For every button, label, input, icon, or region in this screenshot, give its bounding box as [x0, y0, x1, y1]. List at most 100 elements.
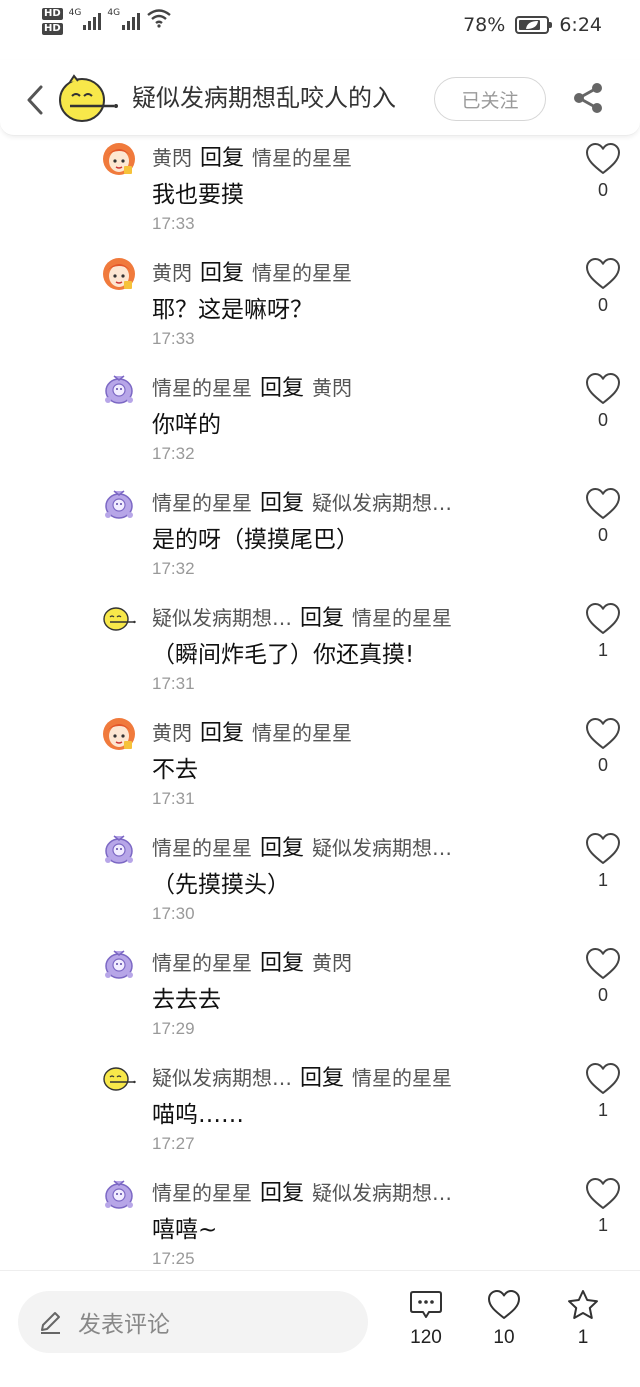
reply-label: 回复: [300, 606, 345, 631]
comment-author[interactable]: 情星的星星: [152, 376, 252, 400]
comment-item[interactable]: 黄閃 回复 情星的星星 耶？这是嘛呀？ 17:33 0: [0, 255, 640, 370]
comment-item[interactable]: 黄閃 回复 情星的星星 不去 17:31 0: [0, 715, 640, 830]
signal-2: 4G: [107, 8, 141, 30]
wifi-icon: [147, 9, 171, 28]
comment-header: 情星的星星 回复 疑似发病期想…: [152, 489, 452, 518]
bottom-action-bar: 发表评论 120 10 1: [0, 1270, 640, 1387]
comment-item[interactable]: 黄閃 回复 情星的星星 我也要摸 17:33 0: [0, 140, 640, 255]
comment-item[interactable]: 情星的星星 回复 黄閃 你咩的 17:32 0: [0, 370, 640, 485]
comment-header: 情星的星星 回复 疑似发病期想…: [152, 1179, 452, 1208]
comment-author[interactable]: 疑似发病期想…: [152, 1066, 292, 1090]
comment-author[interactable]: 情星的星星: [152, 836, 252, 860]
comment-time: 17:27: [152, 1134, 195, 1153]
hd-badge-2: HD: [42, 23, 63, 35]
reply-target[interactable]: 情星的星星: [352, 606, 452, 630]
heart-icon[interactable]: [585, 832, 621, 866]
like-button[interactable]: 10: [474, 1289, 534, 1359]
heart-icon[interactable]: [585, 372, 621, 406]
reply-target[interactable]: 黄閃: [312, 376, 352, 400]
comments-button[interactable]: 120: [396, 1289, 456, 1359]
comment-input-placeholder: 发表评论: [78, 1312, 170, 1338]
comment-header: 情星的星星 回复 黄閃: [152, 949, 352, 978]
like-count: 10: [493, 1327, 515, 1348]
user-avatar[interactable]: [102, 717, 136, 751]
reply-label: 回复: [200, 261, 245, 286]
reply-target[interactable]: 情星的星星: [252, 721, 352, 745]
comment-author[interactable]: 情星的星星: [152, 491, 252, 515]
reply-target[interactable]: 情星的星星: [252, 261, 352, 285]
group-avatar[interactable]: [56, 72, 120, 124]
battery-icon: [515, 16, 553, 34]
comment-like-count: 0: [597, 180, 608, 200]
hd-badge-1: HD: [42, 8, 63, 20]
comment-author[interactable]: 黄閃: [152, 721, 192, 745]
heart-icon[interactable]: [585, 487, 621, 521]
comment-author[interactable]: 黄閃: [152, 146, 192, 170]
comment-header: 黄閃 回复 情星的星星: [152, 719, 352, 748]
user-avatar[interactable]: [102, 1062, 136, 1096]
reply-target[interactable]: 疑似发病期想…: [312, 836, 452, 860]
heart-icon[interactable]: [585, 717, 621, 751]
clock: 6:24: [559, 14, 602, 36]
comment-item[interactable]: 情星的星星 回复 疑似发病期想… 是的呀（摸摸尾巴） 17:32 0: [0, 485, 640, 600]
comment-time: 17:31: [152, 789, 195, 808]
comment-item[interactable]: 疑似发病期想… 回复 情星的星星 喵呜…… 17:27 1: [0, 1060, 640, 1175]
comment-like-count: 0: [597, 985, 608, 1005]
comment-time: 17:30: [152, 904, 195, 923]
heart-icon[interactable]: [585, 602, 621, 636]
user-avatar[interactable]: [102, 142, 136, 176]
comment-author[interactable]: 疑似发病期想…: [152, 606, 292, 630]
heart-icon[interactable]: [585, 1177, 621, 1211]
comment-like-count: 0: [597, 295, 608, 315]
user-avatar[interactable]: [102, 947, 136, 981]
comment-like-count: 1: [597, 1100, 608, 1120]
comment-input[interactable]: 发表评论: [18, 1291, 368, 1353]
share-icon[interactable]: [570, 80, 606, 116]
reply-target[interactable]: 情星的星星: [352, 1066, 452, 1090]
network-type-2: 4G: [107, 8, 121, 18]
comment-header: 情星的星星 回复 疑似发病期想…: [152, 834, 452, 863]
reply-label: 回复: [260, 491, 305, 516]
comment-item[interactable]: 情星的星星 回复 黄閃 去去去 17:29 0: [0, 945, 640, 1060]
user-avatar[interactable]: [102, 832, 136, 866]
reply-target[interactable]: 情星的星星: [252, 146, 352, 170]
heart-icon[interactable]: [585, 257, 621, 291]
reply-target[interactable]: 黄閃: [312, 951, 352, 975]
comment-author[interactable]: 情星的星星: [152, 1181, 252, 1205]
comment-author[interactable]: 黄閃: [152, 261, 192, 285]
reply-target[interactable]: 疑似发病期想…: [312, 491, 452, 515]
comment-item[interactable]: 情星的星星 回复 疑似发病期想… （先摸摸头） 17:30 1: [0, 830, 640, 945]
comment-text: 嘻嘻~: [152, 1217, 218, 1243]
reply-target[interactable]: 疑似发病期想…: [312, 1181, 452, 1205]
user-avatar[interactable]: [102, 602, 136, 636]
heart-icon[interactable]: [585, 1062, 621, 1096]
status-left: HD HD 4G 4G: [42, 8, 172, 35]
back-icon: [27, 85, 43, 115]
favorite-count: 1: [577, 1327, 589, 1348]
comment-text: 喵呜……: [152, 1102, 244, 1128]
back-button[interactable]: [20, 82, 50, 118]
user-avatar[interactable]: [102, 257, 136, 291]
user-avatar[interactable]: [102, 487, 136, 521]
signal-bars-icon: [83, 12, 102, 30]
user-avatar[interactable]: [102, 1177, 136, 1211]
comment-item[interactable]: 情星的星星 回复 疑似发病期想… 嘻嘻~ 17:25 1: [0, 1175, 640, 1268]
reply-label: 回复: [260, 376, 305, 401]
status-bar: HD HD 4G 4G 78% 6:24: [0, 0, 640, 56]
comment-author[interactable]: 情星的星星: [152, 951, 252, 975]
comment-text: 是的呀（摸摸尾巴）: [152, 527, 359, 553]
heart-icon[interactable]: [585, 142, 621, 176]
comment-item[interactable]: 疑似发病期想… 回复 情星的星星 （瞬间炸毛了）你还真摸! 17:31 1: [0, 600, 640, 715]
heart-icon[interactable]: [585, 947, 621, 981]
comment-text: 我也要摸: [152, 182, 244, 208]
pencil-icon: [41, 1312, 60, 1334]
comment-like-count: 0: [597, 410, 608, 430]
reply-label: 回复: [260, 1181, 305, 1206]
comment-like-count: 0: [597, 755, 608, 775]
network-type-1: 4G: [68, 8, 82, 18]
leaf-icon: [526, 21, 539, 29]
user-avatar[interactable]: [102, 372, 136, 406]
follow-button[interactable]: 已关注: [434, 77, 546, 121]
favorite-button[interactable]: 1: [553, 1289, 613, 1359]
comment-text: 不去: [152, 757, 198, 783]
